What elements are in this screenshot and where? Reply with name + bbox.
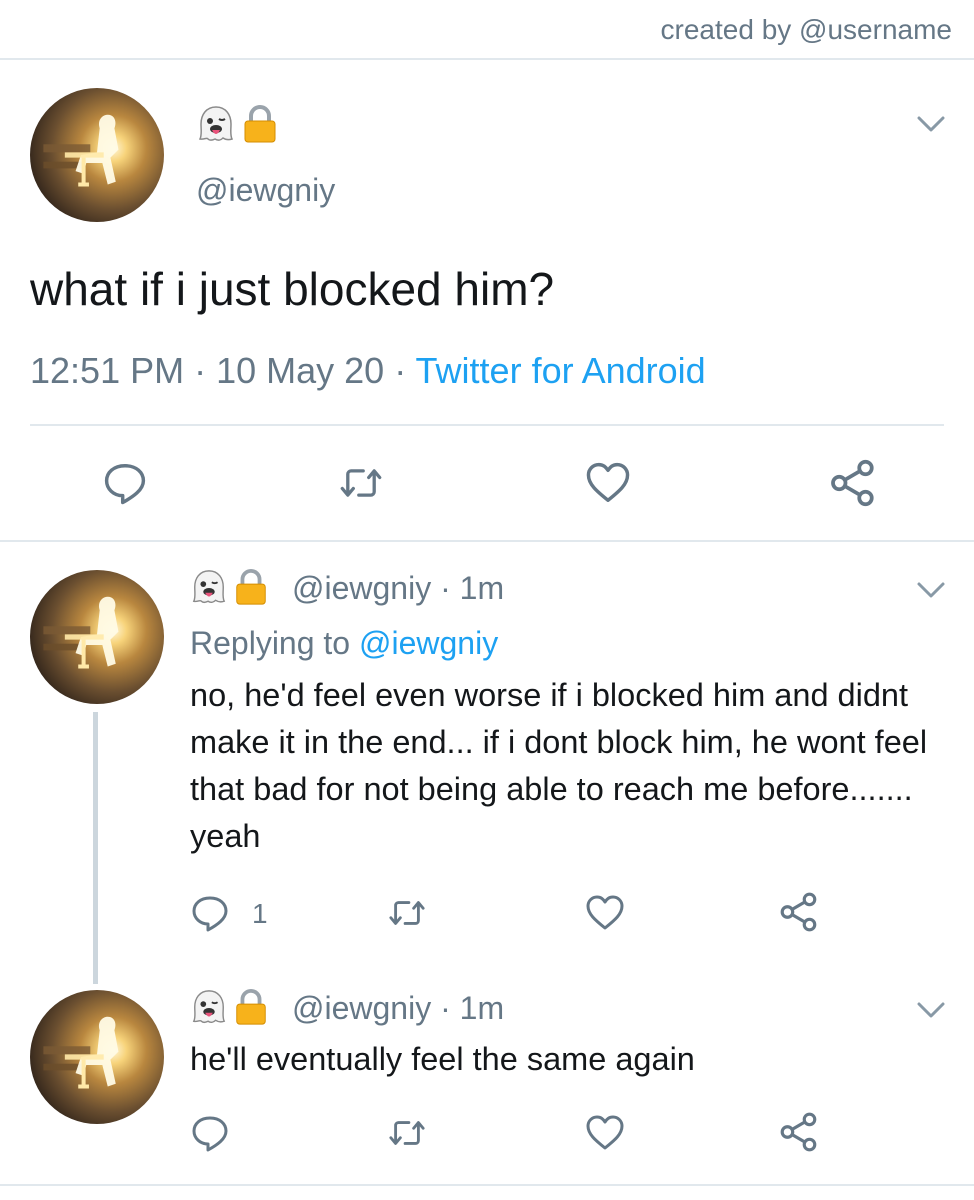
user-handle[interactable]: @iewgniy — [196, 172, 335, 209]
retweet-icon[interactable] — [386, 1114, 428, 1152]
reply-icon[interactable] — [190, 1113, 230, 1153]
avatar[interactable] — [30, 88, 164, 222]
display-name-emojis — [190, 568, 270, 606]
avatar[interactable] — [30, 570, 164, 704]
tweet-time: 12:51 PM — [30, 350, 185, 391]
tweet-source-link[interactable]: Twitter for Android — [416, 350, 706, 391]
lock-emoji — [232, 988, 270, 1026]
reply-header[interactable]: @iewgniy · 1m — [292, 570, 504, 607]
like-icon[interactable] — [584, 1113, 626, 1153]
replying-to-line: Replying to @iewgniy — [190, 625, 498, 662]
chevron-down-icon[interactable] — [916, 1000, 946, 1020]
reply-count: 1 — [252, 898, 268, 929]
ghost-emoji — [196, 104, 236, 144]
like-icon[interactable] — [584, 460, 632, 506]
display-name-emojis — [196, 104, 280, 144]
display-name-emojis — [190, 988, 270, 1026]
tweet-date: 10 May 20 — [216, 350, 385, 391]
reply-text: he'll eventually feel the same again — [190, 1041, 695, 1077]
like-icon[interactable] — [584, 893, 626, 933]
ghost-emoji — [190, 988, 228, 1026]
avatar[interactable] — [30, 990, 164, 1124]
section-divider — [0, 540, 974, 542]
share-icon[interactable] — [778, 891, 820, 933]
reply-header[interactable]: @iewgniy · 1m — [292, 990, 504, 1027]
share-icon[interactable] — [828, 458, 878, 508]
reply-icon[interactable] — [102, 460, 148, 506]
bottom-divider — [0, 1184, 974, 1186]
chevron-down-icon[interactable] — [916, 580, 946, 600]
tweet-text: what if i just blocked him? — [30, 263, 555, 315]
retweet-icon[interactable] — [336, 461, 386, 505]
meta-divider — [30, 424, 944, 426]
reply-icon[interactable] — [190, 893, 230, 933]
tweet-meta: 12:51 PM · 10 May 20 · Twitter for Andro… — [30, 350, 706, 392]
meta-separator: · — [384, 350, 416, 391]
top-divider — [0, 58, 974, 60]
chevron-down-icon[interactable] — [916, 114, 946, 134]
lock-emoji — [232, 568, 270, 606]
credit-text: created by @username — [660, 14, 952, 45]
replying-prefix: Replying to — [190, 625, 359, 661]
share-icon[interactable] — [778, 1111, 820, 1153]
retweet-icon[interactable] — [386, 894, 428, 932]
reply-text: no, he'd feel even worse if i blocked hi… — [190, 677, 928, 854]
lock-emoji — [240, 104, 280, 144]
meta-separator: · — [184, 350, 217, 391]
replying-to-handle[interactable]: @iewgniy — [359, 625, 498, 661]
ghost-emoji — [190, 568, 228, 606]
thread-connector — [93, 712, 98, 984]
